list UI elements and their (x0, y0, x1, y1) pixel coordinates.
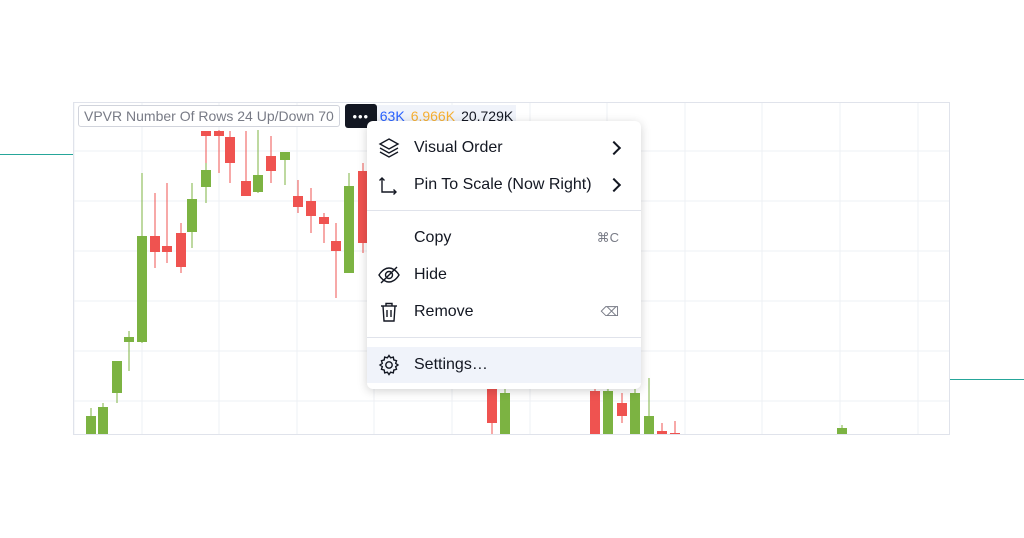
chevron-right-icon (606, 177, 622, 193)
menu-item-settings[interactable]: Settings… (367, 347, 641, 383)
chevron-right-icon (606, 140, 622, 156)
backspace-icon: ⌫ (600, 304, 619, 319)
candle-body (201, 170, 211, 187)
candle-body (187, 199, 197, 232)
candle-body (837, 428, 847, 434)
menu-item-pin-to-scale[interactable]: Pin To Scale (Now Right) (367, 167, 641, 203)
candle-body (176, 233, 186, 267)
menu-item-copy[interactable]: Copy ⌘C (367, 220, 641, 256)
candle-body (644, 416, 654, 434)
candle-body (201, 131, 211, 136)
menu-item-remove[interactable]: Remove ⌫ (367, 294, 641, 330)
candle-body (670, 433, 680, 434)
copy-shortcut: ⌘C (596, 230, 619, 245)
candle-body (162, 246, 172, 252)
candle-body (487, 388, 497, 423)
candle-body (253, 175, 263, 192)
candle-body (150, 236, 160, 252)
pin-to-scale-icon (379, 177, 397, 195)
candle-body (241, 181, 251, 196)
indicator-label[interactable]: VPVR Number Of Rows 24 Up/Down 70 (78, 105, 340, 127)
candle-body (225, 137, 235, 163)
candle-body (617, 403, 627, 416)
menu-item-label: Visual Order (414, 139, 503, 156)
candle-body (266, 156, 276, 171)
candle-body (630, 393, 640, 434)
candle-body (124, 337, 134, 342)
menu-item-label: Pin To Scale (Now Right) (414, 176, 592, 193)
candle-body (112, 361, 122, 393)
candle-body (98, 407, 108, 434)
candle-body (590, 391, 600, 434)
candle-body (603, 391, 613, 434)
candle-body (657, 431, 667, 434)
candle-body (214, 131, 224, 136)
trash-icon (381, 302, 397, 322)
eye-off-icon (378, 266, 400, 284)
price-line-right (950, 379, 1024, 380)
price-line-left (0, 154, 73, 155)
candle-body (500, 393, 510, 434)
candle-body (344, 186, 354, 273)
menu-item-label: Hide (414, 266, 447, 283)
menu-divider (367, 210, 641, 211)
candle-body (137, 236, 147, 342)
menu-item-label: Settings… (414, 356, 488, 373)
context-menu: Visual Order Pin To Scale (Now Right) Co… (367, 121, 641, 389)
menu-item-visual-order[interactable]: Visual Order (367, 130, 641, 166)
candle-body (293, 196, 303, 207)
menu-item-label: Copy (414, 229, 452, 246)
candle-body (280, 152, 290, 160)
candle-body (331, 241, 341, 251)
candle-body (319, 217, 329, 224)
candle-body (306, 201, 316, 216)
menu-item-hide[interactable]: Hide (367, 257, 641, 293)
menu-item-label: Remove (414, 303, 474, 320)
candle-body (86, 416, 96, 434)
layers-icon (378, 138, 400, 158)
menu-divider (367, 337, 641, 338)
gear-icon (378, 354, 400, 376)
